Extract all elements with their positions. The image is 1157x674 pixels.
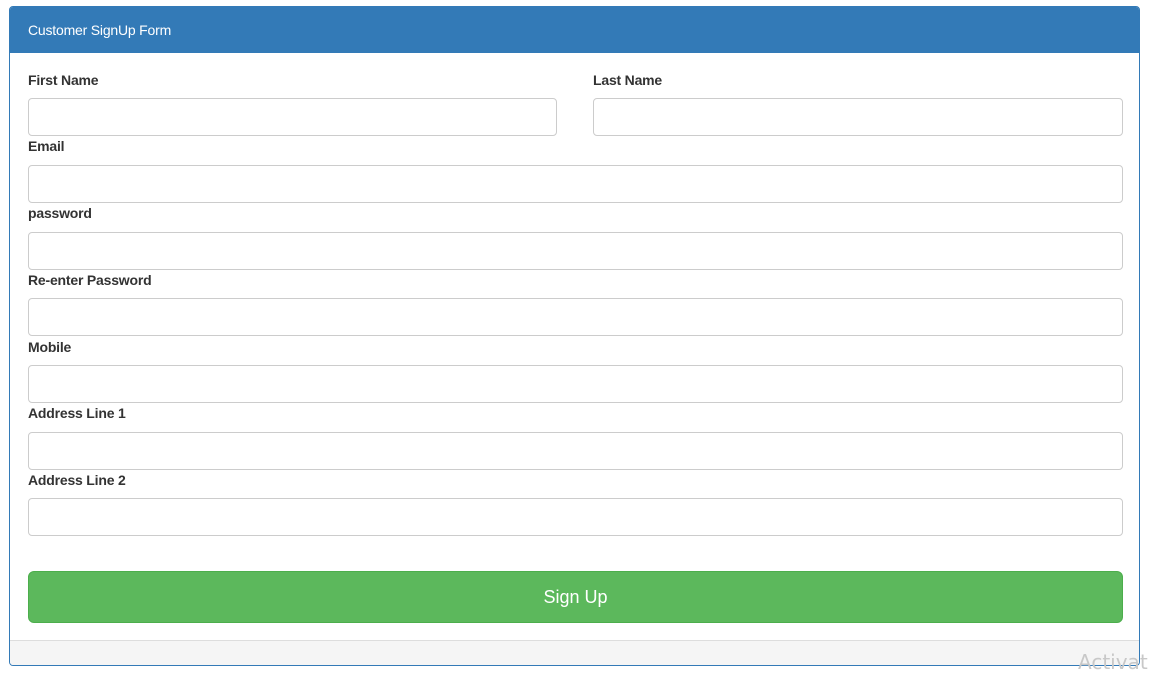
panel-title: Customer SignUp Form xyxy=(10,7,1139,53)
address-line-1-label: Address Line 1 xyxy=(28,405,126,421)
address-line-2-label: Address Line 2 xyxy=(28,472,126,488)
last-name-input[interactable] xyxy=(593,98,1123,136)
password-input[interactable] xyxy=(28,232,1123,270)
mobile-input[interactable] xyxy=(28,365,1123,403)
last-name-label: Last Name xyxy=(593,72,663,88)
first-name-input[interactable] xyxy=(28,98,557,136)
first-name-label: First Name xyxy=(28,72,99,88)
reenter-password-label: Re-enter Password xyxy=(28,272,152,288)
panel-footer xyxy=(10,640,1139,665)
reenter-password-input[interactable] xyxy=(28,298,1123,336)
activation-watermark: Activat xyxy=(1078,650,1148,674)
address-line-1-input[interactable] xyxy=(28,432,1123,470)
address-line-2-input[interactable] xyxy=(28,498,1123,536)
mobile-label: Mobile xyxy=(28,339,72,355)
password-label: password xyxy=(28,205,92,221)
sign-up-button[interactable]: Sign Up xyxy=(28,571,1123,623)
email-input[interactable] xyxy=(28,165,1123,203)
email-label: Email xyxy=(28,138,65,154)
